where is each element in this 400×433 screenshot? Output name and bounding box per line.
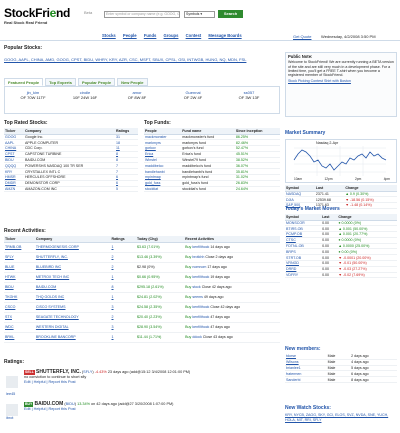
rating-actions[interactable]: Edit | Helpful | Report this Post	[24, 407, 280, 412]
table-row: STX SEAGATE TECHNOLOGY 2 $20.40 (2.23%) Buy …	[4, 312, 280, 323]
table-row: stocktiat stocktiat's fund 24.64%	[144, 186, 280, 193]
tagline: Real Stock Real Friend	[4, 20, 48, 25]
logo[interactable]: StockFriend	[4, 6, 70, 20]
table-row: BLUE BLUEBIRD INC 2 $2.98 (0%) Buy nomnom 17…	[4, 262, 280, 273]
table-row: SFLY SHUTTERFLY, INC. 2 $13.46 (3.39%) Buy b…	[4, 252, 280, 263]
search-button[interactable]: Search	[218, 10, 243, 18]
top-funds-table: People Fund name Since inception mackmonst…	[144, 128, 280, 193]
people-tabs: Featured People Top Experts Popular Peop…	[4, 78, 148, 86]
search-type-select[interactable]: Symbols ▾	[184, 11, 215, 18]
get-quote-link[interactable]: Get Quote	[293, 34, 311, 39]
rated-ticker[interactable]: SFLY	[83, 370, 92, 374]
avatar[interactable]	[6, 404, 18, 416]
person-card[interactable]: amor OF 8W 8F	[115, 90, 159, 100]
header-divider	[0, 40, 400, 41]
rating-user[interactable]: ibrot	[6, 416, 13, 421]
public-note-body: Welcome to StockFriend! We are currently…	[288, 60, 394, 78]
market-movers-title: Today's Market Movers	[285, 206, 340, 212]
featured-people-panel: jin_kim OF 70W 11TF cindle 10F 24W 16F amo…	[4, 86, 280, 114]
chart-time-label: 4pm	[383, 177, 390, 181]
search-input[interactable]: Enter symbol or company name (e.g. GOOG,…	[104, 11, 180, 18]
recent-activities-table: Ticker Company Ratings Today (Chg) Recent Ac…	[4, 236, 280, 343]
tab-featured-people[interactable]: Featured People	[4, 78, 44, 86]
nav-people[interactable]: People	[123, 33, 137, 38]
nasdaq-chart: Nasdaq 2-Apr 10am 12pm 2pm 4pm	[285, 139, 397, 183]
top-funds-title: Top Funds:	[144, 120, 171, 126]
table-row: WDC WESTERN DIGITAL 3 $28.90 (3.54%) Buy ken…	[4, 322, 280, 333]
rating-user[interactable]: lee45	[6, 392, 15, 397]
tab-popular-people[interactable]: Popular People	[77, 78, 116, 86]
popular-stocks-list[interactable]: GOOG, AAPL, CHINA, AMD, GOOG, CPST, BIDU…	[4, 57, 279, 62]
tab-new-people[interactable]: New People	[117, 78, 148, 86]
nav-contest[interactable]: Contest	[186, 33, 202, 38]
nav-message-boards[interactable]: Message Boards	[208, 33, 241, 38]
chart-time-label: 12pm	[324, 177, 333, 181]
table-row: Sanderbi Male 8 days ago	[285, 376, 397, 383]
table-row: VDFRY 0.00 ▼ -0.02 (7.69%)	[285, 272, 397, 279]
rating-actions[interactable]: Edit | Helpful | Report this Post	[24, 380, 280, 385]
table-row: HTWK METROX TECH INC 1 $0.66 (0.95%) Buy ken…	[4, 272, 280, 283]
main-nav: Stocks People Funds Groups Contest Messa…	[102, 33, 248, 38]
watch-stocks-list[interactable]: KRY, NYCB, ZAGG, SKY, GCI, ELOS, SVZ, NV…	[285, 413, 397, 422]
table-row: AMZN AMAZON.COM INC 5	[4, 186, 138, 193]
rated-ticker[interactable]: BIDU	[66, 402, 75, 406]
popular-stocks-title: Popular Stocks:	[4, 45, 43, 51]
nav-funds[interactable]: Funds	[144, 33, 157, 38]
person-card[interactable]: ss057 OF 3W 13F	[227, 90, 271, 100]
ratings-title: Ratings:	[4, 359, 24, 365]
rated-change: 13.34%	[77, 402, 90, 406]
beta-label: Beta	[84, 10, 93, 15]
table-row: BIDU BAIDU.COM 8 $295.18 (2.61%) Buy stock C…	[4, 282, 280, 293]
chart-time-label: 2pm	[355, 177, 362, 181]
watch-stocks-title: New Watch Stocks:	[285, 405, 331, 411]
public-note: Public Note: Welcome to StockFriend! We …	[285, 52, 397, 117]
market-summary-title: Market Summary	[285, 130, 326, 136]
chart-time-label: 10am	[294, 177, 302, 181]
new-members-table: tdorse Male 2 days ago Wilsons Male 4 days a…	[285, 354, 397, 383]
nav-groups[interactable]: Groups	[164, 33, 179, 38]
public-note-link[interactable]: Stock Picking Contest Shirt with Boston	[288, 79, 394, 83]
nav-stocks[interactable]: Stocks	[102, 33, 116, 38]
person-card[interactable]: cindle 10F 24W 16F	[63, 90, 107, 100]
rating-meta: 23 days ago (add@15:12 3/4/2008 12:01:00…	[107, 370, 191, 374]
market-movers-table: Symbol Last Change MONSCOR 0.00 ● 0.0000 (0%…	[285, 214, 397, 279]
recent-activities-title: Recent Activities:	[4, 228, 46, 234]
public-note-title: Public Note:	[288, 54, 313, 59]
table-row: TKGHK THQ GOLDS INC 1 $24.81 (2.02%) Buy see…	[4, 292, 280, 303]
date-display: Wednesday, 4/2/2008 3:50 PM	[321, 34, 376, 39]
table-row: TRMB.OB THERMOGENESIS CORP 1 $3.63 (7.01%) B…	[4, 242, 280, 253]
person-card[interactable]: Guennai OF 2W 4F	[171, 90, 215, 100]
table-row: BRKL BROOKLINE BANCORP 1 $11.44 (1.71%) Buy …	[4, 332, 280, 343]
rated-change: -4.43%	[94, 370, 107, 374]
table-row: CSCO CISCO SYSTEMS 3 $24.58 (2.35%) Buy kenf…	[4, 302, 280, 313]
top-rated-title: Top Rated Stocks:	[4, 120, 48, 126]
top-rated-table: Ticker Company Ratings GOOG Google Inc. 31 A…	[4, 128, 138, 193]
new-members-title: New members:	[285, 346, 321, 352]
avatar[interactable]	[6, 376, 18, 388]
person-card[interactable]: jin_kim OF 70W 11TF	[11, 90, 55, 100]
rating-meta: on 42 days ago (add@27 3/20/2008 1:07:00…	[91, 402, 174, 406]
tab-top-experts[interactable]: Top Experts	[45, 78, 76, 86]
